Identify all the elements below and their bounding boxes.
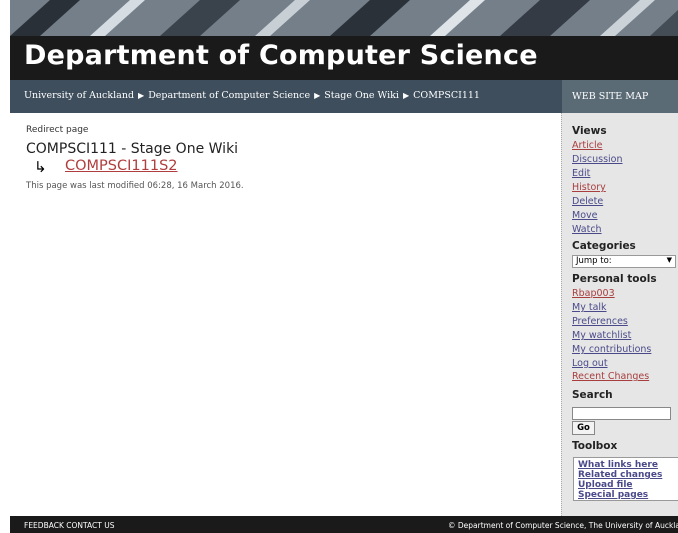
personal-user-link[interactable]: Rbap003	[572, 288, 615, 299]
breadcrumb-separator-icon: ▶	[402, 91, 410, 100]
breadcrumb-item-university[interactable]: University of Auckland	[24, 90, 134, 101]
site-map-bar: WEB SITE MAP	[562, 80, 678, 113]
personal-logout-link[interactable]: Log out	[572, 358, 608, 369]
view-edit-link[interactable]: Edit	[572, 168, 590, 179]
personal-tools-heading: Personal tools	[572, 273, 657, 285]
personal-preferences-link[interactable]: Preferences	[572, 316, 628, 327]
sidebar: Views Article Discussion Edit History De…	[561, 113, 678, 516]
view-discussion-link[interactable]: Discussion	[572, 154, 623, 165]
site-title: Department of Computer Science	[24, 40, 538, 71]
breadcrumb-separator-icon: ▶	[314, 91, 321, 100]
toolbox-related-changes-link[interactable]: Related changes	[578, 470, 662, 480]
categories-jump-select[interactable]: Jump to: ▼	[572, 255, 676, 268]
redirect-target-link[interactable]: COMPSCI111S2	[65, 158, 178, 174]
view-move-link[interactable]: Move	[572, 210, 597, 221]
view-watch-link[interactable]: Watch	[572, 224, 602, 235]
view-history-link[interactable]: History	[572, 182, 606, 193]
search-heading: Search	[572, 389, 613, 401]
footer-links[interactable]: FEEDBACK CONTACT US	[24, 521, 114, 530]
redirect-label: Redirect page	[26, 125, 89, 135]
breadcrumb-item-department[interactable]: Department of Computer Science	[148, 90, 310, 101]
toolbox-heading: Toolbox	[572, 440, 618, 452]
page-title: COMPSCI111 - Stage One Wiki	[26, 141, 239, 157]
main-content: Redirect page COMPSCI111 - Stage One Wik…	[10, 113, 561, 516]
views-heading: Views	[572, 125, 607, 137]
footer: FEEDBACK CONTACT US © Department of Comp…	[10, 516, 678, 533]
view-article-link[interactable]: Article	[572, 140, 602, 151]
personal-contributions-link[interactable]: My contributions	[572, 344, 651, 355]
footer-copyright: © Department of Computer Science, The Un…	[448, 521, 678, 530]
banner-image	[10, 0, 678, 36]
view-delete-link[interactable]: Delete	[572, 196, 603, 207]
breadcrumb-item-wiki[interactable]: Stage One Wiki	[324, 90, 399, 101]
breadcrumb-bar: University of Auckland ▶ Department of Com…	[10, 80, 562, 113]
jump-select-value: Jump to:	[576, 256, 612, 266]
breadcrumb: University of Auckland ▶ Department of Com…	[24, 90, 480, 101]
toolbox-what-links-here-link[interactable]: What links here	[578, 460, 658, 470]
search-go-button[interactable]: Go	[572, 421, 595, 435]
toolbox-panel: What links here Related changes Upload f…	[573, 457, 678, 501]
toolbox-upload-file-link[interactable]: Upload file	[578, 480, 633, 490]
breadcrumb-item-current: COMPSCI111	[413, 90, 480, 101]
dropdown-arrow-icon: ▼	[666, 256, 672, 264]
redirect-arrow-icon: ↳	[34, 158, 47, 176]
categories-heading: Categories	[572, 240, 636, 252]
breadcrumb-separator-icon: ▶	[138, 91, 145, 100]
personal-recent-changes-link[interactable]: Recent Changes	[572, 371, 649, 382]
site-map-link[interactable]: WEB SITE MAP	[572, 91, 648, 102]
last-modified-text: This page was last modified 06:28, 16 Ma…	[26, 181, 244, 191]
search-input[interactable]	[572, 407, 671, 420]
personal-my-talk-link[interactable]: My talk	[572, 302, 607, 313]
toolbox-special-pages-link[interactable]: Special pages	[578, 490, 648, 500]
personal-watchlist-link[interactable]: My watchlist	[572, 330, 631, 341]
banner: Department of Computer Science	[10, 0, 678, 80]
